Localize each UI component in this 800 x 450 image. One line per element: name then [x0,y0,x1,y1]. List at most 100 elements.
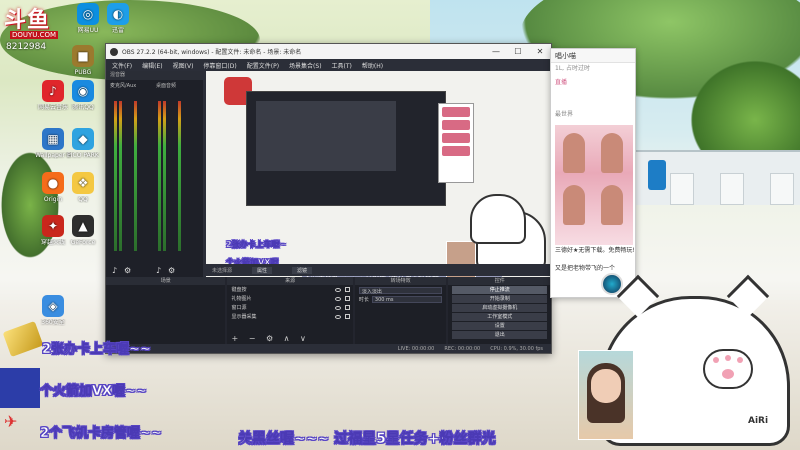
menu-item[interactable]: 文件(F) [112,61,132,70]
desktop-shortcut[interactable]: ◆ PICO PARK [65,128,101,159]
audio-mixer-panel: 混音器 麦克风/Aux 桌面音频 ♪ ⚙ ♪ ⚙ [106,71,203,284]
app-icon: ❖ [72,172,94,194]
mixer-header: 混音器 [106,71,203,80]
preview-chat-window [438,103,474,183]
menu-item[interactable]: 停靠窗口(D) [203,61,236,70]
eye-icon[interactable] [334,287,341,292]
shortcut-label: 腾讯QQ [72,104,94,111]
menu-item[interactable]: 场景集合(S) [289,61,322,70]
shortcut-label: PICO PARK [67,152,99,159]
lock-icon[interactable] [344,314,350,319]
app-icon: ◎ [77,3,99,25]
lock-icon[interactable] [344,287,350,292]
transitions-header: 转场特效 [354,277,447,285]
desktop-shortcut[interactable]: ◉ 腾讯QQ [65,80,101,111]
volume-slider[interactable] [178,101,181,251]
volume-meter [158,101,161,251]
preview-chat-line: 2张办卡上车喔~ [226,240,287,250]
maximize-icon[interactable]: ☐ [507,47,529,56]
controls-dock: 控件 停止推流 开始录制 启动虚拟摄像机 工作室模式 设置 退出 [448,277,551,345]
eye-icon[interactable] [334,305,341,310]
volume-meter [119,101,122,251]
logo-mark: 斗鱼 [4,8,51,33]
cpu-status: CPU: 0.9%, 30.00 fps [490,345,543,352]
obs-preview[interactable]: 2张办卡上车喔~ 个火箭加VX喔 关的黑丝喔 ~ ~ ~ 过福星5星任务+粉丝群 [206,71,551,286]
properties-button[interactable]: 属性 [252,266,273,274]
app-icon: ▦ [42,128,64,150]
transition-select[interactable]: 淡入淡出 [358,286,443,295]
wallpaper-sign [648,160,666,190]
desktop-shortcut[interactable]: ◈ 360安全 [35,295,71,326]
shortcut-label: 360安全 [41,319,65,326]
duration-input[interactable]: 300 ms [371,295,443,303]
minimize-icon[interactable]: — [485,47,507,56]
scenes-header: 场景 [106,277,226,285]
desktop-shortcut[interactable]: ❖ QQ [65,172,101,203]
shortcut-label: GeForce [70,239,96,246]
desktop-shortcut[interactable]: ■ PUBG [65,45,101,76]
source-item[interactable]: 礼物图片 [227,294,352,303]
controls-header: 控件 [448,277,551,285]
speaker-icon[interactable]: ♪ [156,266,165,275]
obs-statusbar: LIVE: 00:00:00 REC: 00:00:00 CPU: 0.9%, … [106,344,551,353]
desktop-shortcut[interactable]: ◐ 迅雷 [100,3,136,34]
rec-status: REC: 00:00:00 [444,345,481,352]
speaker-icon[interactable]: ♪ [112,266,121,275]
desktop-shortcut[interactable]: ▲ GeForce [65,215,101,246]
app-icon: ● [42,172,64,194]
live-status: LIVE: 00:00:00 [397,345,435,352]
control-button[interactable]: 开始录制 [452,295,547,303]
app-icon: ◐ [107,3,129,25]
source-item[interactable]: 显示器采集 [227,312,352,321]
scrolling-marquee: 关黑丝喔~~~ 过福星5星任务+粉丝群光 [238,431,496,448]
sources-dock: 来源 键盘按 礼物图片 窗口源 显示器采集 + − ⚙ ∧ ∨ [227,277,353,345]
plane-icon: ✈ [4,412,18,431]
control-button[interactable]: 工作室模式 [452,313,547,321]
lock-icon[interactable] [344,296,350,301]
volume-meter [114,101,117,251]
lock-icon[interactable] [344,305,350,310]
source-label: 礼物图片 [231,296,252,302]
source-label: 键盘按 [231,287,247,293]
gear-icon[interactable]: ⚙ [124,266,133,275]
control-button[interactable]: 设置 [452,322,547,330]
menu-item[interactable]: 帮助(H) [362,61,383,70]
app-icon: ◆ [72,128,94,150]
source-label: 窗口源 [231,305,247,311]
overlay-text-line: 个火箭加VX喔~~ [40,384,147,400]
source-item[interactable]: 窗口源 [227,303,352,312]
app-icon: ♪ [42,80,64,102]
app-icon: ◉ [72,80,94,102]
gear-icon[interactable]: ⚙ [168,266,177,275]
source-label: 显示器采集 [231,314,257,320]
volume-slider[interactable] [134,101,137,251]
control-button[interactable]: 启动虚拟摄像机 [452,304,547,312]
menu-item[interactable]: 工具(T) [332,61,352,70]
webcam-feed [578,350,634,440]
douyu-logo: 斗鱼 DOUYU.COM [4,2,60,42]
eye-icon[interactable] [334,314,341,319]
overlay-text-line: 2张办卡上车喔~~ [42,342,151,358]
no-source-label: 未选择源 [212,267,233,274]
cat-sticker [470,194,526,244]
control-button[interactable]: 退出 [452,331,547,339]
eye-icon[interactable] [334,296,341,301]
source-toolbar: 未选择源 属性 滤镜 [206,264,551,276]
app-icon: ■ [72,45,94,67]
shortcut-label: PUBG [74,69,92,76]
app-icon: ▲ [72,215,94,237]
menu-item[interactable]: 视图(V) [173,61,194,70]
source-tools[interactable]: + − ⚙ ∧ ∨ [231,334,309,343]
filters-button[interactable]: 滤镜 [292,266,313,274]
mixer-channel-label: 桌面音频 [156,83,177,89]
chat-window[interactable]: 唱小喵 1L, 占时过时 直播 最世界 三德好★无需下载。免费畅玩! 又是把老物… [550,48,636,298]
control-button[interactable]: 停止推流 [452,286,547,294]
room-id: 8212984 [6,42,47,52]
obs-titlebar[interactable]: OBS 27.2.2 (64-bit, windows) - 配置文件: 未命名… [106,44,551,59]
menu-item[interactable]: 编辑(E) [142,61,162,70]
chat-message: 三德好★无需下载。免费畅玩! [555,247,635,254]
source-item[interactable]: 键盘按 [227,285,352,294]
menu-item[interactable]: 配置文件(P) [247,61,279,70]
close-icon[interactable]: ✕ [529,47,551,56]
volume-meter [163,101,166,251]
